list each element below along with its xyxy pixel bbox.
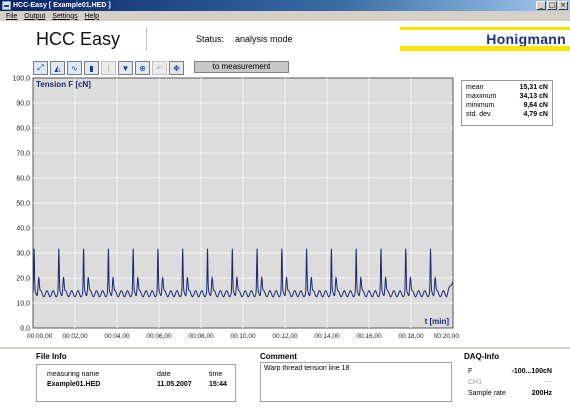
statistics-panel: mean 15,31 cN maximum 34,13 cN minimum 9,64… [461,80,553,126]
menu-help[interactable]: Help [85,13,99,20]
daq-row-f: F -100...100cN [468,368,552,375]
file-info-header-name: measuring name [47,371,100,378]
x-tick-label: 00:02,00 [62,333,88,340]
comment-title: Comment [260,352,297,361]
app-icon[interactable] [2,1,11,10]
menu-file[interactable]: File [6,13,17,20]
window-title: HCC-Easy [ Example01.HED ] [13,2,111,9]
filter-icon[interactable]: ▼ [118,61,133,75]
pan-icon[interactable]: ✥ [169,61,184,75]
menu-bar: File Output Settings Help [0,11,570,21]
x-tick-label: 00:04,00 [104,333,130,340]
close-button[interactable]: × [558,1,568,10]
x-tick-label: 00:06,00 [146,333,172,340]
menu-output[interactable]: Output [24,13,45,20]
maximize-button[interactable]: □ [547,1,557,10]
y-tick-label: 100,0 [12,76,30,83]
daq-info-title: DAQ-Info [464,352,500,361]
chart-bars-icon[interactable]: ▮ [84,61,99,75]
y-tick-label: 60,0 [16,176,30,183]
daq-row-sample-rate: Sample rate 200Hz [468,390,552,397]
file-info-time: 15:44 [209,381,227,388]
chart-toolbar: ⤢ ◭ ∿ ▮ | ▼ ⊕ ↶ ✥ [33,60,186,76]
chart-title: Tension F [cN] [36,80,91,89]
to-measurement-button[interactable]: to measurement [194,61,289,73]
daq-row-ch1: CH1 --- [468,379,552,386]
cursor-icon[interactable]: | [101,61,116,75]
y-tick-label: 30,0 [16,251,30,258]
x-tick-label: 00:18,00 [398,333,424,340]
status-value: analysis mode [235,34,293,44]
section-divider [0,347,570,349]
y-tick-label: 40,0 [16,226,30,233]
file-info-box: measuring name date time Example01.HED 1… [36,364,236,402]
brand-logo: Honigmann [400,27,570,51]
zoom-in-icon[interactable]: ⊕ [135,61,150,75]
x-tick-label: 00:10,00 [230,333,256,340]
y-tick-label: 80,0 [16,126,30,133]
y-tick-label: 90,0 [16,101,30,108]
chart-line-icon[interactable]: ∿ [67,61,82,75]
y-tick-label: 10,0 [16,301,30,308]
header-divider [146,27,147,51]
file-info-header-date: date [157,371,171,378]
app-name: HCC Easy [36,29,121,49]
x-tick-label: 00:00,00 [27,333,53,340]
y-tick-label: 20,0 [16,276,30,283]
x-tick-label: 00:12,00 [272,333,298,340]
y-tick-label: 0,0 [20,326,30,333]
stat-row-minimum: minimum 9,64 cN [466,102,548,109]
chart-area-icon[interactable]: ◭ [50,61,65,75]
x-tick-label: 00:08,00 [188,333,214,340]
x-tick-label: 00:16,00 [356,333,382,340]
x-tick-label: 00:20,00 [434,333,460,340]
daq-info-panel: F -100...100cN CH1 --- Sample rate 200Hz [464,362,554,402]
file-info-date: 11.05.2007 [157,381,192,388]
tension-chart[interactable]: 0,0 10,0 20,0 30,0 40,0 50,0 60,0 70,0 80,0 90,0 1… [0,75,460,345]
x-tick-label: 00:14,00 [314,333,340,340]
title-bar: HCC-Easy [ Example01.HED ] _ □ × [0,0,570,11]
undo-zoom-icon[interactable]: ↶ [152,61,167,75]
file-info-name: Example01.HED [47,381,101,388]
app-header: HCC Easy Status: analysis mode Honigmann [0,21,570,57]
y-tick-label: 50,0 [16,201,30,208]
file-info-title: File Info [36,352,67,361]
file-info-header-time: time [209,371,223,378]
menu-settings[interactable]: Settings [52,13,77,20]
zoom-fit-icon[interactable]: ⤢ [33,61,48,75]
x-axis-label: t [min] [425,317,450,326]
stat-row-mean: mean 15,31 cN [466,84,548,91]
stat-row-maximum: maximum 34,13 cN [466,93,548,100]
y-tick-label: 70,0 [16,151,30,158]
comment-field[interactable]: Warp thread tension line 18 [260,362,452,402]
stat-row-std-dev: std. dev. 4,79 cN [466,111,548,118]
status-label: Status: [196,34,225,44]
minimize-button[interactable]: _ [536,1,546,10]
brand-text: Honigmann [486,31,566,47]
